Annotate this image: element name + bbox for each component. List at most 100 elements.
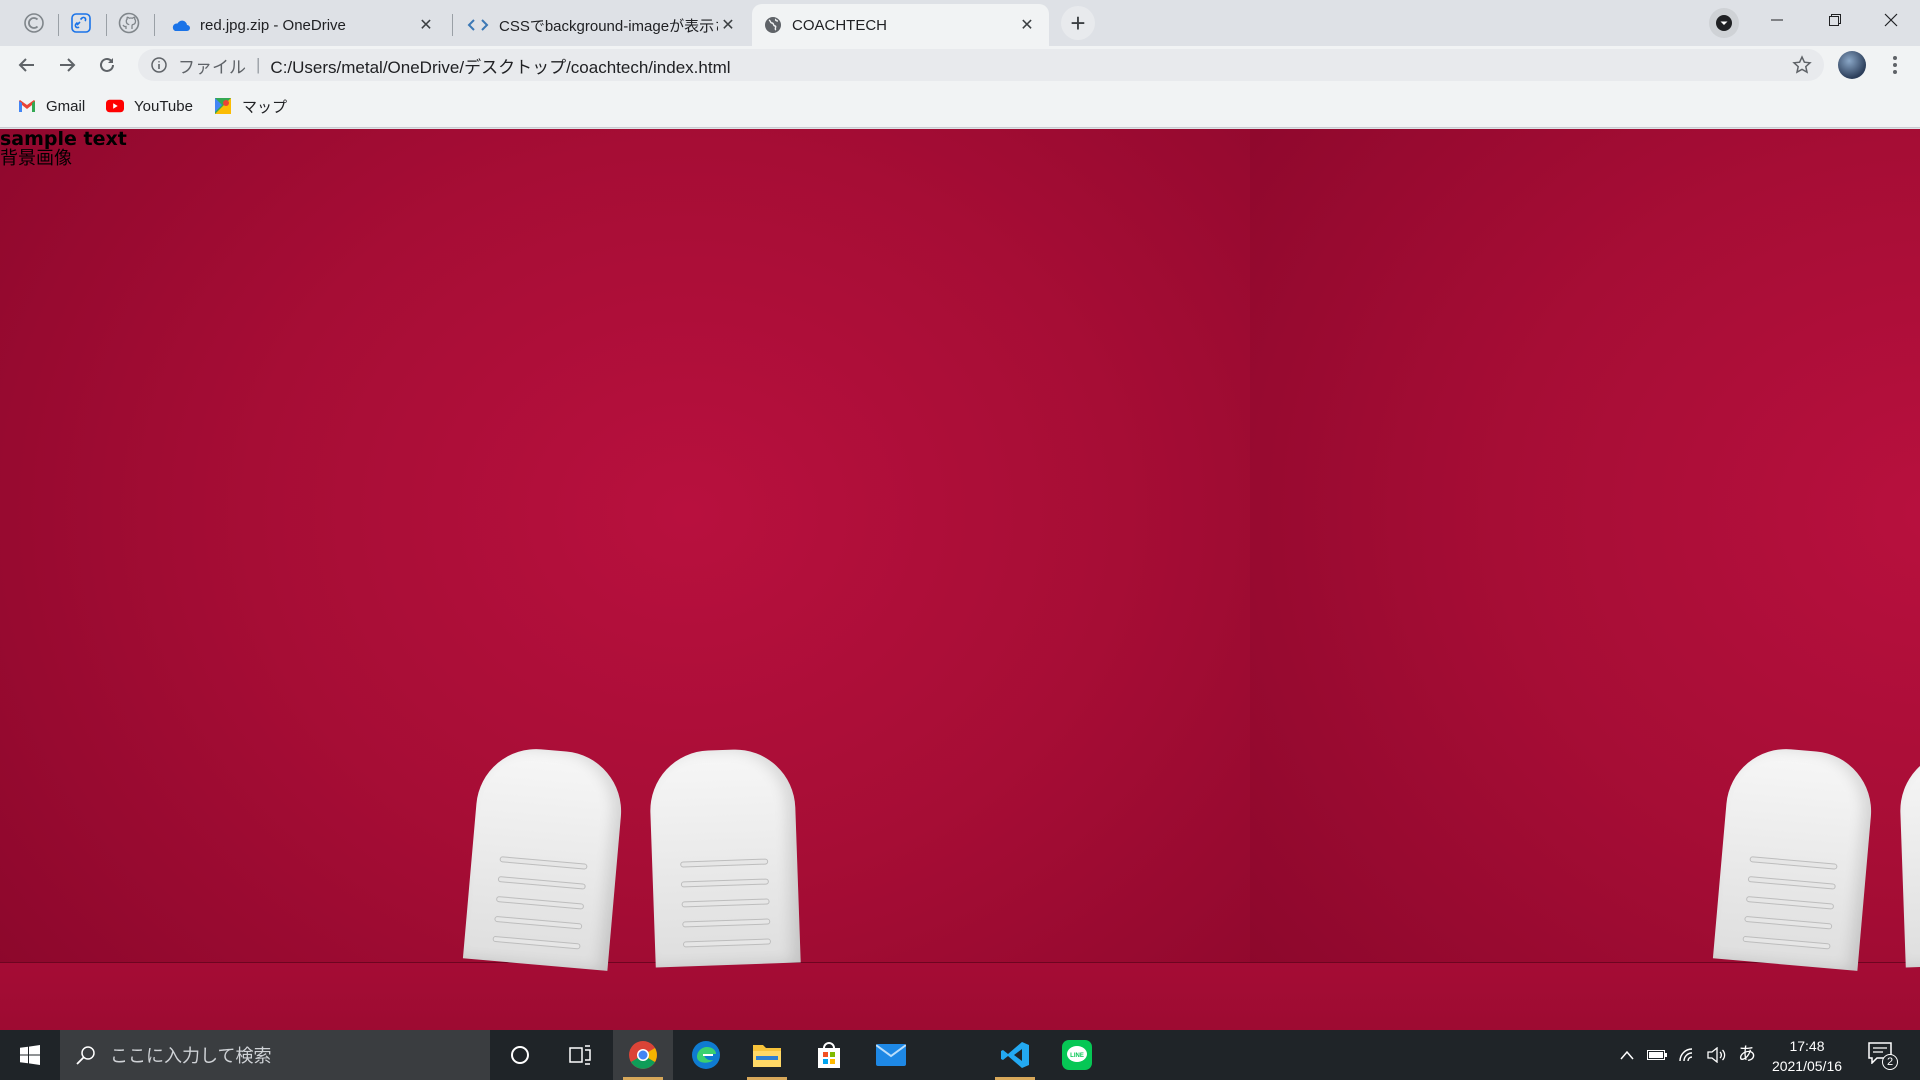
- minimize-icon: [1771, 19, 1783, 21]
- sneaker-left: [1712, 744, 1877, 971]
- svg-text:LINE: LINE: [1070, 1053, 1084, 1059]
- sneaker-left: [462, 744, 627, 971]
- taskbar-edge[interactable]: [676, 1030, 736, 1080]
- clock-date: 2021/05/16: [1771, 1058, 1843, 1074]
- restore-icon: [1829, 14, 1841, 26]
- profile-avatar[interactable]: [1838, 51, 1866, 79]
- maps-icon: [214, 97, 232, 115]
- restore-button[interactable]: [1806, 0, 1864, 40]
- line-icon: LINE: [1062, 1040, 1092, 1070]
- tab-onedrive[interactable]: red.jpg.zip - OneDrive ✕: [158, 4, 448, 46]
- onedrive-cloud-icon: [172, 20, 190, 31]
- clock-time: 17:48: [1789, 1038, 1825, 1054]
- new-tab-button[interactable]: +: [1061, 6, 1095, 40]
- notification-count-badge: 2: [1882, 1054, 1898, 1070]
- chrome-menu-button[interactable]: [1880, 50, 1910, 80]
- bookmark-maps[interactable]: マップ: [214, 94, 287, 118]
- search-icon: [76, 1046, 95, 1065]
- tab-separator: [154, 14, 155, 36]
- gmail-icon: [18, 97, 36, 115]
- tab-title: COACHTECH: [792, 16, 888, 34]
- cortana-icon: [511, 1046, 529, 1064]
- tab-title: red.jpg.zip - OneDrive: [200, 16, 346, 34]
- taskbar-chrome[interactable]: [613, 1030, 673, 1080]
- taskbar-mail[interactable]: [861, 1030, 921, 1080]
- file-explorer-icon: [753, 1045, 781, 1067]
- scheme-divider: |: [256, 55, 261, 74]
- bookmark-label: マップ: [242, 98, 288, 116]
- back-button[interactable]: [12, 50, 42, 80]
- action-center-button[interactable]: 2: [1868, 1042, 1898, 1070]
- bookmark-youtube[interactable]: YouTube: [106, 94, 193, 118]
- carpet-ledge: [0, 962, 1250, 1030]
- minimize-button[interactable]: [1748, 0, 1806, 40]
- taskbar-search-box[interactable]: ここに入力して検索: [60, 1030, 490, 1080]
- tab-title: CSSでbackground-imageが表示さ: [499, 17, 718, 35]
- task-view-button[interactable]: [550, 1030, 610, 1080]
- page-viewport: sample text 背景画像: [0, 129, 1920, 1030]
- address-bar[interactable]: ファイル | C:/Users/metal/OneDrive/デスクトップ/co…: [138, 49, 1824, 81]
- bookmark-star-icon[interactable]: [1792, 55, 1812, 80]
- forward-button[interactable]: [52, 50, 82, 80]
- bookmarks-bar: Gmail YouTube マップ: [0, 84, 1920, 128]
- bookmark-label: YouTube: [134, 97, 193, 115]
- chrome-icon: [629, 1041, 657, 1069]
- tab-css-article[interactable]: CSSでbackground-imageが表示さ ✕: [455, 4, 750, 46]
- sneaker-right: [648, 747, 801, 968]
- info-icon[interactable]: [150, 56, 168, 74]
- more-vert-icon: [1893, 56, 1897, 74]
- chevron-down-icon: [1716, 15, 1732, 31]
- url-text[interactable]: C:/Users/metal/OneDrive/デスクトップ/coachtech…: [270, 53, 730, 78]
- close-tab-icon[interactable]: ✕: [1017, 15, 1037, 35]
- start-button[interactable]: [0, 1030, 60, 1080]
- link-icon: [71, 13, 91, 33]
- close-icon: [1884, 13, 1898, 27]
- arrow-left-icon: [18, 58, 34, 72]
- taskbar-vscode[interactable]: [985, 1030, 1045, 1080]
- show-hidden-icons-button[interactable]: [1617, 1045, 1637, 1065]
- globe-icon: [765, 17, 781, 33]
- taskbar-line[interactable]: LINE: [1047, 1030, 1107, 1080]
- taskbar-clock[interactable]: 17:48 2021/05/16: [1765, 1036, 1849, 1076]
- volume-icon[interactable]: [1707, 1045, 1727, 1065]
- background-image-tile: [0, 129, 1250, 1030]
- windows-taskbar: ここに入力して検索 LINE あ 17:48 2021/05/16 2: [0, 1030, 1920, 1080]
- reload-button[interactable]: [92, 50, 122, 80]
- github-icon: [118, 12, 140, 34]
- taskbar-store[interactable]: [799, 1030, 859, 1080]
- tab-separator: [452, 14, 453, 36]
- bookmark-label: Gmail: [46, 97, 86, 115]
- code-brackets-icon: [467, 19, 489, 31]
- wifi-icon[interactable]: [1678, 1045, 1698, 1065]
- edge-icon: [692, 1041, 720, 1069]
- task-view-icon: [569, 1045, 591, 1065]
- battery-icon[interactable]: [1647, 1045, 1667, 1065]
- tab-search-button[interactable]: [1709, 8, 1739, 38]
- tab-coachtech[interactable]: COACHTECH ✕: [752, 4, 1049, 46]
- search-placeholder: ここに入力して検索: [110, 1046, 272, 1066]
- plus-icon: +: [1070, 7, 1086, 38]
- mail-icon: [876, 1044, 906, 1066]
- close-window-button[interactable]: [1862, 0, 1920, 40]
- ime-indicator[interactable]: あ: [1737, 1043, 1757, 1064]
- arrow-right-icon: [60, 58, 76, 72]
- pinned-tab-3[interactable]: [109, 8, 149, 38]
- pinned-tab-2[interactable]: [61, 8, 101, 38]
- sample-text: sample text: [0, 129, 127, 150]
- close-tab-icon[interactable]: ✕: [718, 15, 738, 35]
- background-image-tile: [1250, 129, 1920, 1030]
- taskbar-file-explorer[interactable]: [737, 1030, 797, 1080]
- chevron-up-icon: [1620, 1050, 1634, 1060]
- cortana-button[interactable]: [490, 1030, 550, 1080]
- close-tab-icon[interactable]: ✕: [416, 15, 436, 35]
- tab-separator: [58, 14, 59, 36]
- page-content: sample text 背景画像: [0, 129, 127, 169]
- file-scheme-label: ファイル: [178, 57, 246, 77]
- tab-strip: red.jpg.zip - OneDrive ✕ CSSでbackground-…: [0, 0, 1920, 46]
- vscode-icon: [1001, 1042, 1029, 1068]
- windows-logo-icon: [20, 1045, 40, 1065]
- pinned-tab-1[interactable]: [14, 8, 54, 38]
- youtube-icon: [106, 97, 124, 115]
- tab-separator: [106, 14, 107, 36]
- bookmark-gmail[interactable]: Gmail: [18, 94, 85, 118]
